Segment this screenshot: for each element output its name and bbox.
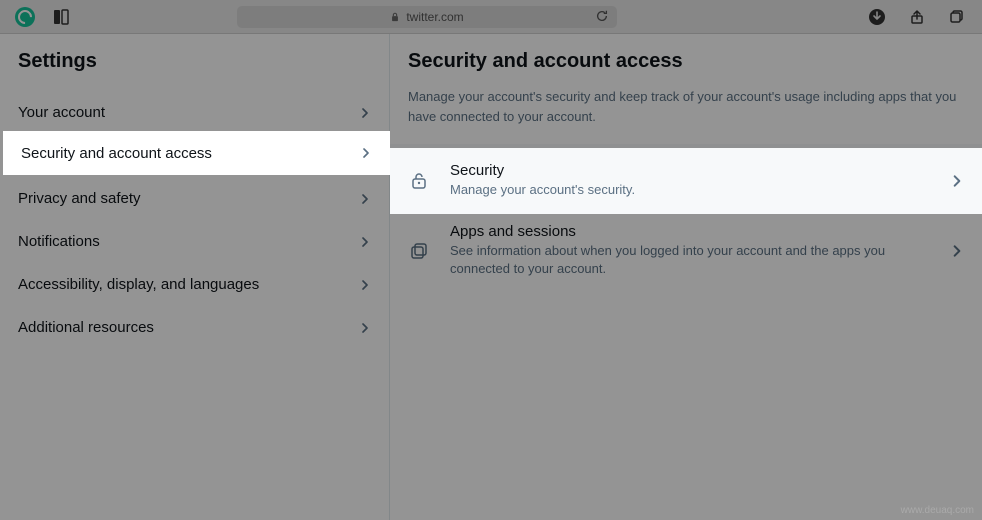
chevron-right-icon xyxy=(359,279,371,291)
sidebar-item-label: Notifications xyxy=(18,233,100,250)
settings-sidebar: Settings Your account Security and accou… xyxy=(0,34,390,520)
chevron-right-icon xyxy=(950,244,964,258)
chevron-right-icon xyxy=(359,193,371,205)
sidebar-item-additional-resources[interactable]: Additional resources xyxy=(0,306,389,349)
option-apps-sessions[interactable]: Apps and sessions See information about … xyxy=(390,209,982,292)
option-security[interactable]: Security Manage your account's security. xyxy=(390,144,982,209)
browser-toolbar: twitter.com xyxy=(0,0,982,34)
sidebar-item-label: Additional resources xyxy=(18,319,154,336)
sidebar-item-security-access[interactable]: Security and account access xyxy=(0,134,389,177)
sidebar-item-privacy-safety[interactable]: Privacy and safety xyxy=(0,177,389,220)
sidebar-item-notifications[interactable]: Notifications xyxy=(0,220,389,263)
address-bar[interactable]: twitter.com xyxy=(237,6,617,28)
lock-icon xyxy=(390,12,400,22)
apps-icon xyxy=(408,240,430,262)
option-title: Apps and sessions xyxy=(450,223,930,240)
chevron-right-icon xyxy=(359,236,371,248)
option-subtitle: Manage your account's security. xyxy=(450,177,930,195)
pane-description: Manage your account's security and keep … xyxy=(390,83,982,144)
lock-icon xyxy=(408,166,430,188)
downloads-icon[interactable] xyxy=(864,6,890,28)
sidebar-item-your-account[interactable]: Your account xyxy=(0,91,389,134)
sidebar-item-label: Privacy and safety xyxy=(18,190,141,207)
option-title: Security xyxy=(450,158,930,175)
sidebar-item-label: Security and account access xyxy=(18,147,209,164)
content-area: Settings Your account Security and accou… xyxy=(0,34,982,520)
reader-mode-icon[interactable] xyxy=(48,6,74,28)
chevron-right-icon xyxy=(359,107,371,119)
detail-pane: Security and account access Manage your … xyxy=(390,34,982,520)
sidebar-item-label: Accessibility, display, and languages xyxy=(18,276,259,293)
pane-title: Security and account access xyxy=(390,34,982,83)
tabs-icon[interactable] xyxy=(944,6,970,28)
sidebar-title: Settings xyxy=(0,34,389,91)
share-icon[interactable] xyxy=(904,6,930,28)
extension-grammarly[interactable] xyxy=(12,6,38,28)
chevron-right-icon xyxy=(359,150,371,162)
sidebar-item-label: Your account xyxy=(18,104,105,121)
sidebar-item-accessibility[interactable]: Accessibility, display, and languages xyxy=(0,263,389,306)
url-host: twitter.com xyxy=(406,10,463,24)
chevron-right-icon xyxy=(950,170,964,184)
chevron-right-icon xyxy=(359,322,371,334)
option-subtitle: See information about when you logged in… xyxy=(450,242,930,278)
reload-icon[interactable] xyxy=(595,9,609,23)
